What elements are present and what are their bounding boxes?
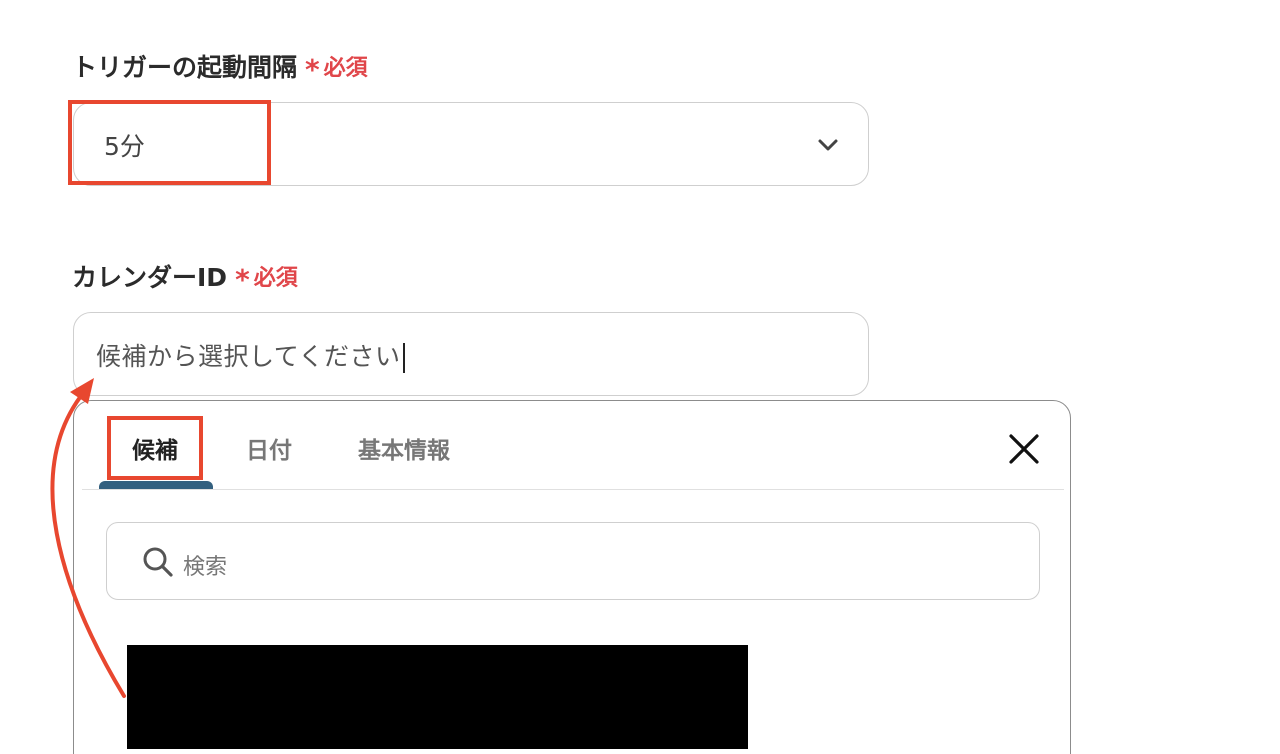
trigger-interval-label: トリガーの起動間隔 * 必須 (72, 48, 368, 84)
popover-tabs: 候補 日付 基本情報 (82, 401, 1064, 490)
required-badge: 必須 (323, 56, 368, 81)
calendar-id-label: カレンダーID * 必須 (72, 258, 298, 294)
trigger-interval-label-text: トリガーの起動間隔 (72, 53, 298, 82)
candidate-popover: 候補 日付 基本情報 検索 (73, 400, 1071, 754)
tab-basic-info[interactable]: 基本情報 (358, 431, 450, 465)
search-placeholder: 検索 (183, 555, 228, 580)
active-tab-indicator (99, 481, 213, 489)
annotation-highlight-interval (68, 100, 271, 185)
calendar-id-input[interactable]: 候補から選択してください (73, 312, 869, 396)
calendar-id-placeholder-wrap: 候補から選択してください (96, 337, 405, 373)
form-page: トリガーの起動間隔 * 必須 5分 カレンダーID * 必須 候補から選択してく… (0, 0, 1280, 754)
calendar-id-placeholder: 候補から選択してください (96, 342, 401, 371)
required-asterisk: * (235, 263, 250, 296)
candidate-search-input[interactable]: 検索 (106, 522, 1040, 600)
candidate-list-item[interactable] (127, 645, 748, 749)
required-badge: 必須 (253, 266, 298, 291)
required-asterisk: * (305, 53, 320, 86)
annotation-highlight-candidate-tab (107, 416, 203, 480)
close-icon[interactable] (1006, 431, 1042, 467)
calendar-id-label-text: カレンダーID (72, 263, 228, 292)
chevron-down-icon[interactable] (816, 133, 840, 157)
text-caret (402, 343, 405, 373)
search-icon (143, 547, 173, 577)
tab-date[interactable]: 日付 (246, 431, 292, 465)
